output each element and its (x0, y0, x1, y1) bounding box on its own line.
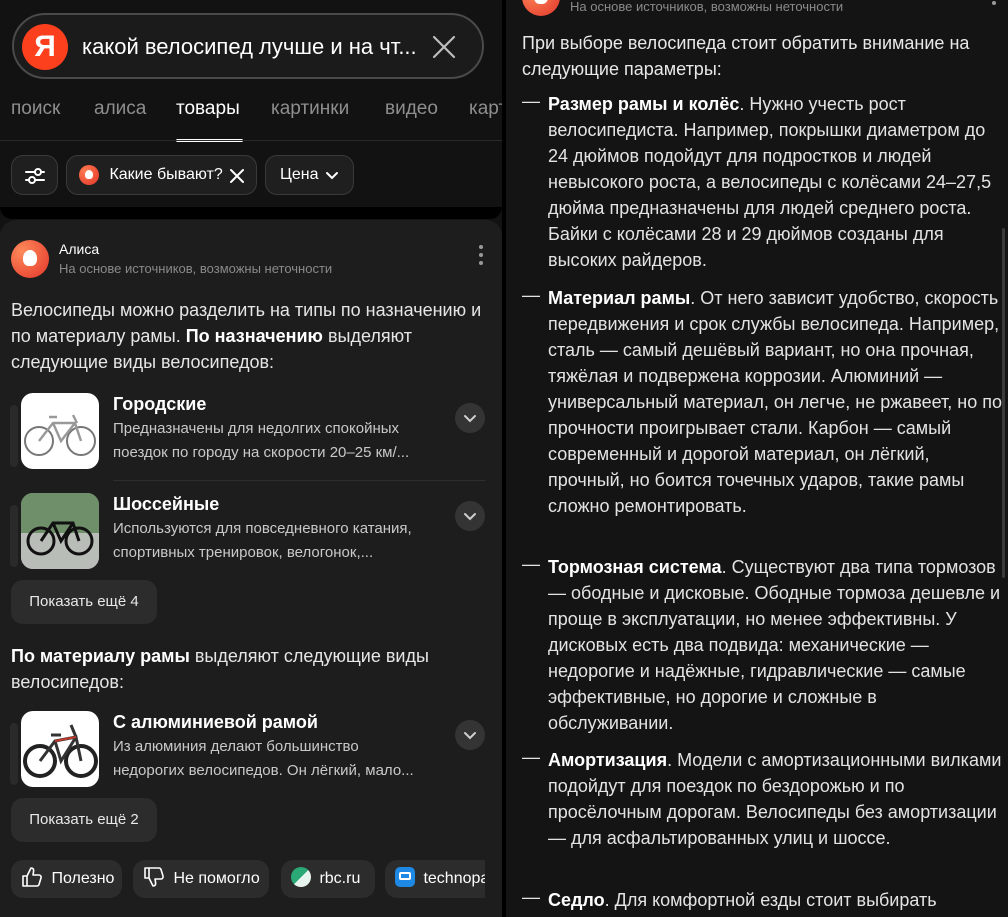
item-title[interactable]: С алюминиевой рамой (113, 712, 318, 733)
close-icon[interactable] (430, 33, 458, 61)
item-desc-line: Используются для повседневного катания, (113, 520, 412, 537)
aluminum-bike-image (23, 724, 98, 778)
source-link-technopark[interactable]: technopa (385, 860, 485, 898)
expand-button[interactable] (455, 720, 485, 750)
not-helpful-label: Не помогло (173, 870, 260, 887)
divider (113, 480, 485, 481)
item-desc-line: Предназначены для недолгих спокойных (113, 420, 400, 437)
tab-maps[interactable]: карт (469, 98, 502, 120)
item-desc-line: недорогих велосипедов. Он лёгкий, мало..… (113, 762, 414, 779)
road-bike-image (21, 493, 99, 569)
list-dash: — (522, 285, 540, 305)
item-desc-line: поездок по городу на скорости 20–25 км/.… (113, 444, 410, 461)
param-item: Материал рамы. От него зависит удобство,… (548, 288, 1003, 516)
material-intro: По материалу рамы выделяют следующие вид… (11, 646, 429, 692)
param-item: Амортизация. Модели с амортизационными в… (548, 750, 1002, 848)
params-intro: При выборе велосипеда стоит обратить вни… (522, 33, 970, 79)
item-desc-line: спортивных тренировок, велогонок,... (113, 544, 374, 561)
search-input[interactable]: какой велосипед лучше и на чт... (82, 15, 417, 79)
tabs-divider (0, 140, 502, 141)
param-item: Размер рамы и колёс. Нужно учесть рост в… (548, 94, 992, 270)
list-dash: — (522, 91, 540, 111)
source-name: Алиса (59, 241, 100, 257)
more-options-icon[interactable] (990, 0, 998, 10)
technopark-icon (395, 867, 415, 887)
thumb-stack (10, 505, 18, 567)
not-helpful-button[interactable]: Не помогло (133, 860, 269, 898)
list-dash: — (522, 887, 540, 907)
alisa-logo-icon (11, 240, 49, 278)
param-item: Седло. Для комфортной езды стоит выбират… (548, 890, 937, 910)
item-title[interactable]: Городские (113, 394, 206, 415)
useful-button[interactable]: Полезно (11, 860, 122, 898)
tab-alisa[interactable]: алиса (94, 98, 146, 120)
close-icon[interactable] (230, 169, 244, 183)
price-filter-dropdown[interactable]: Цена (265, 155, 354, 195)
alisa-logo-icon (522, 0, 560, 16)
show-more-button[interactable]: Показать ещё 4 (11, 580, 157, 624)
list-dash: — (522, 747, 540, 767)
filter-chip-types[interactable]: Какие бывают? (66, 155, 257, 195)
rbc-icon (291, 867, 311, 887)
product-image[interactable] (21, 711, 99, 787)
show-more-button[interactable]: Показать ещё 2 (11, 798, 157, 842)
expand-button[interactable] (455, 403, 485, 433)
param-item: Тормозная система. Существуют два типа т… (548, 557, 1001, 733)
tab-video[interactable]: видео (385, 98, 438, 120)
left-screen: Я какой велосипед лучше и на чт... поиск… (0, 0, 502, 917)
chevron-down-icon (464, 513, 476, 521)
tab-images[interactable]: картинки (271, 98, 349, 120)
item-title[interactable]: Шоссейные (113, 494, 219, 515)
product-image[interactable] (21, 393, 99, 469)
chevron-down-icon (326, 172, 338, 180)
thumb-stack (10, 723, 18, 785)
thumbs-up-icon (22, 867, 42, 887)
price-label: Цена (280, 166, 319, 183)
filter-chip-label: Какие бывают? (109, 166, 223, 183)
product-image[interactable] (21, 493, 99, 569)
thumbs-down-icon (144, 867, 164, 887)
disclaimer: На основе источников, возможны неточност… (59, 261, 333, 276)
source-label: rbc.ru (319, 870, 361, 887)
alisa-icon (79, 164, 99, 185)
item-desc-line: Из алюминия делают большинство (113, 738, 359, 755)
filter-settings-button[interactable] (11, 155, 58, 195)
yandex-logo[interactable]: Я (22, 24, 68, 70)
scrollbar[interactable] (1002, 228, 1005, 578)
source-label: technopa (423, 870, 485, 887)
tab-products[interactable]: товары (176, 98, 240, 120)
disclaimer: На основе источников, возможны неточност… (570, 0, 844, 14)
more-options-icon[interactable] (477, 244, 485, 266)
right-screen: На основе источников, возможны неточност… (506, 0, 1008, 917)
tab-search[interactable]: поиск (11, 98, 60, 120)
useful-label: Полезно (51, 870, 115, 887)
answer-intro: Велосипеды можно разделить на типы по на… (11, 300, 482, 372)
section-separator (0, 207, 502, 219)
list-dash: — (522, 554, 540, 574)
sliders-icon (25, 168, 45, 184)
chevron-down-icon (464, 415, 476, 423)
search-bar[interactable]: Я какой велосипед лучше и на чт... (12, 13, 484, 79)
chevron-down-icon (464, 732, 476, 740)
expand-button[interactable] (455, 501, 485, 531)
city-bike-image (24, 414, 96, 456)
source-link-rbc[interactable]: rbc.ru (281, 860, 375, 898)
thumb-stack (10, 405, 18, 467)
